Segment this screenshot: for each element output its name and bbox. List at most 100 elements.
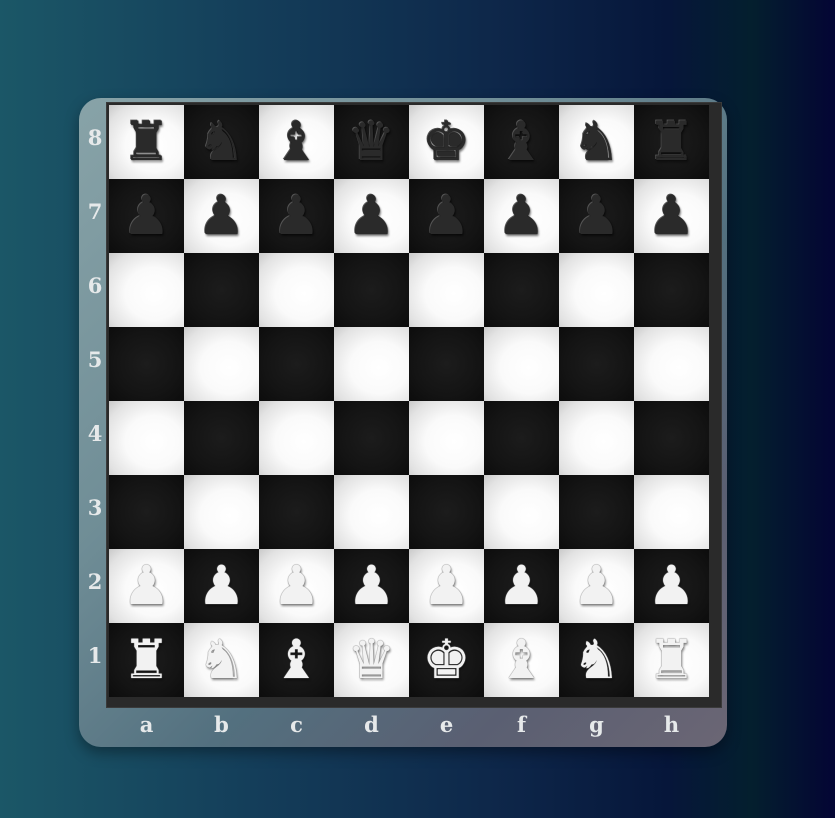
black-pawn-icon[interactable]: ♟ — [422, 189, 470, 243]
square-a5[interactable] — [109, 327, 184, 401]
square-a1[interactable]: ♜ — [109, 623, 184, 697]
white-queen-icon[interactable]: ♛ — [347, 633, 395, 687]
white-pawn-icon[interactable]: ♟ — [347, 559, 395, 613]
square-f3[interactable] — [484, 475, 559, 549]
square-b6[interactable] — [184, 253, 259, 327]
square-h7[interactable]: ♟ — [634, 179, 709, 253]
black-knight-icon[interactable]: ♞ — [197, 115, 245, 169]
square-e3[interactable] — [409, 475, 484, 549]
black-queen-icon[interactable]: ♛ — [347, 115, 395, 169]
square-b3[interactable] — [184, 475, 259, 549]
rank-label-5: 5 — [87, 347, 103, 372]
white-pawn-icon[interactable]: ♟ — [572, 559, 620, 613]
white-pawn-icon[interactable]: ♟ — [497, 559, 545, 613]
white-pawn-icon[interactable]: ♟ — [647, 559, 695, 613]
square-c5[interactable] — [259, 327, 334, 401]
square-g1[interactable]: ♞ — [559, 623, 634, 697]
square-g4[interactable] — [559, 401, 634, 475]
square-c3[interactable] — [259, 475, 334, 549]
black-rook-icon[interactable]: ♜ — [122, 115, 170, 169]
square-f6[interactable] — [484, 253, 559, 327]
black-pawn-icon[interactable]: ♟ — [497, 189, 545, 243]
square-d6[interactable] — [334, 253, 409, 327]
square-a6[interactable] — [109, 253, 184, 327]
square-f1[interactable]: ♝ — [484, 623, 559, 697]
square-d2[interactable]: ♟ — [334, 549, 409, 623]
square-h4[interactable] — [634, 401, 709, 475]
square-g6[interactable] — [559, 253, 634, 327]
square-a8[interactable]: ♜ — [109, 105, 184, 179]
white-pawn-icon[interactable]: ♟ — [122, 559, 170, 613]
square-g5[interactable] — [559, 327, 634, 401]
black-bishop-icon[interactable]: ♝ — [497, 115, 545, 169]
square-d5[interactable] — [334, 327, 409, 401]
square-d3[interactable] — [334, 475, 409, 549]
file-label-e: e — [439, 712, 454, 737]
square-g8[interactable]: ♞ — [559, 105, 634, 179]
square-a4[interactable] — [109, 401, 184, 475]
square-e2[interactable]: ♟ — [409, 549, 484, 623]
square-g7[interactable]: ♟ — [559, 179, 634, 253]
square-c4[interactable] — [259, 401, 334, 475]
square-d8[interactable]: ♛ — [334, 105, 409, 179]
square-h8[interactable]: ♜ — [634, 105, 709, 179]
square-h5[interactable] — [634, 327, 709, 401]
square-b2[interactable]: ♟ — [184, 549, 259, 623]
square-c7[interactable]: ♟ — [259, 179, 334, 253]
white-pawn-icon[interactable]: ♟ — [272, 559, 320, 613]
white-pawn-icon[interactable]: ♟ — [422, 559, 470, 613]
black-king-icon[interactable]: ♚ — [422, 115, 470, 169]
square-f5[interactable] — [484, 327, 559, 401]
square-a7[interactable]: ♟ — [109, 179, 184, 253]
square-e5[interactable] — [409, 327, 484, 401]
square-b1[interactable]: ♞ — [184, 623, 259, 697]
black-bishop-icon[interactable]: ♝ — [272, 115, 320, 169]
square-f7[interactable]: ♟ — [484, 179, 559, 253]
square-g3[interactable] — [559, 475, 634, 549]
white-knight-icon[interactable]: ♞ — [572, 633, 620, 687]
square-h1[interactable]: ♜ — [634, 623, 709, 697]
black-rook-icon[interactable]: ♜ — [647, 115, 695, 169]
square-h6[interactable] — [634, 253, 709, 327]
file-label-c: c — [290, 712, 303, 737]
square-b8[interactable]: ♞ — [184, 105, 259, 179]
square-c8[interactable]: ♝ — [259, 105, 334, 179]
square-a3[interactable] — [109, 475, 184, 549]
square-c2[interactable]: ♟ — [259, 549, 334, 623]
square-e1[interactable]: ♚ — [409, 623, 484, 697]
square-h2[interactable]: ♟ — [634, 549, 709, 623]
black-knight-icon[interactable]: ♞ — [572, 115, 620, 169]
white-bishop-icon[interactable]: ♝ — [497, 633, 545, 687]
black-pawn-icon[interactable]: ♟ — [572, 189, 620, 243]
white-rook-icon[interactable]: ♜ — [122, 633, 170, 687]
square-f2[interactable]: ♟ — [484, 549, 559, 623]
square-d4[interactable] — [334, 401, 409, 475]
black-pawn-icon[interactable]: ♟ — [197, 189, 245, 243]
file-label-f: f — [516, 712, 527, 737]
square-f4[interactable] — [484, 401, 559, 475]
white-bishop-icon[interactable]: ♝ — [272, 633, 320, 687]
black-pawn-icon[interactable]: ♟ — [272, 189, 320, 243]
white-knight-icon[interactable]: ♞ — [197, 633, 245, 687]
square-e8[interactable]: ♚ — [409, 105, 484, 179]
square-e4[interactable] — [409, 401, 484, 475]
white-pawn-icon[interactable]: ♟ — [197, 559, 245, 613]
square-a2[interactable]: ♟ — [109, 549, 184, 623]
square-c1[interactable]: ♝ — [259, 623, 334, 697]
square-f8[interactable]: ♝ — [484, 105, 559, 179]
square-e7[interactable]: ♟ — [409, 179, 484, 253]
square-h3[interactable] — [634, 475, 709, 549]
square-b5[interactable] — [184, 327, 259, 401]
square-g2[interactable]: ♟ — [559, 549, 634, 623]
black-pawn-icon[interactable]: ♟ — [347, 189, 395, 243]
black-pawn-icon[interactable]: ♟ — [122, 189, 170, 243]
square-d7[interactable]: ♟ — [334, 179, 409, 253]
square-e6[interactable] — [409, 253, 484, 327]
white-king-icon[interactable]: ♚ — [422, 633, 470, 687]
black-pawn-icon[interactable]: ♟ — [647, 189, 695, 243]
square-d1[interactable]: ♛ — [334, 623, 409, 697]
square-c6[interactable] — [259, 253, 334, 327]
square-b4[interactable] — [184, 401, 259, 475]
white-rook-icon[interactable]: ♜ — [647, 633, 695, 687]
square-b7[interactable]: ♟ — [184, 179, 259, 253]
